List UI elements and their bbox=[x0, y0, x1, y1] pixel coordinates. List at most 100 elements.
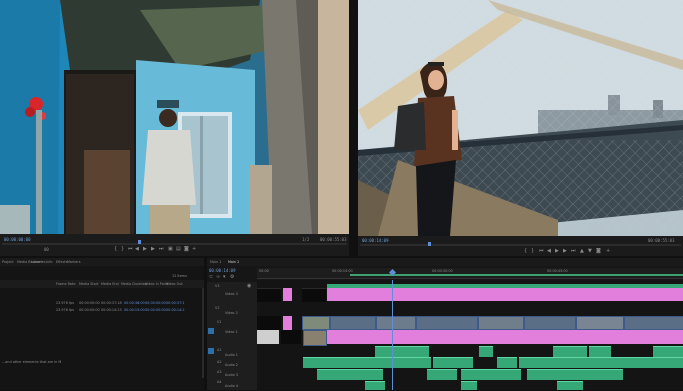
audio-clip[interactable] bbox=[527, 369, 623, 380]
cell-media-start: 00:00:00:00 bbox=[79, 308, 100, 312]
program-step-back-icon[interactable]: ◀ bbox=[547, 249, 551, 254]
clip-v1-video[interactable] bbox=[303, 330, 327, 346]
col-video-out[interactable]: Video Out bbox=[166, 282, 183, 286]
cell-media-duration: 00:00:15:00 bbox=[124, 308, 145, 312]
clip-v2-video[interactable] bbox=[576, 316, 624, 330]
clip-v3[interactable] bbox=[302, 288, 326, 302]
clip-v2-video[interactable] bbox=[416, 316, 478, 330]
program-monitor[interactable] bbox=[358, 0, 683, 236]
ruler-label: 00:00:45:00 bbox=[547, 269, 568, 273]
project-scrollbar[interactable] bbox=[202, 288, 204, 378]
clip-v2-video[interactable] bbox=[478, 316, 524, 330]
source-scrub-bar[interactable] bbox=[2, 243, 347, 245]
audio-clip[interactable] bbox=[433, 357, 473, 368]
program-step-forward-icon[interactable]: ▶ bbox=[563, 249, 567, 254]
clip-v1-adjustment[interactable] bbox=[327, 330, 683, 344]
timeline-timecode[interactable]: 00:00:14:09 bbox=[209, 268, 236, 273]
col-media-end[interactable]: Media End bbox=[101, 282, 119, 286]
export-frame-icon[interactable]: ◙ bbox=[184, 247, 189, 252]
go-to-out-icon[interactable]: ⏭ bbox=[159, 247, 164, 252]
clip-v3-adjustment[interactable] bbox=[283, 288, 292, 301]
audio-clip[interactable] bbox=[375, 346, 429, 357]
clip-v3-adjustment[interactable] bbox=[327, 288, 683, 301]
tab-info[interactable]: Info bbox=[46, 260, 52, 264]
clip-v2-video[interactable] bbox=[524, 316, 576, 330]
cell-frame-rate: 23.976 fps bbox=[56, 308, 75, 312]
tab-markers[interactable]: Markers bbox=[67, 260, 81, 264]
audio-clip[interactable] bbox=[317, 369, 383, 380]
program-mark-out-icon[interactable]: } bbox=[531, 249, 534, 254]
col-media-duration[interactable]: Media Duration bbox=[121, 282, 147, 286]
lift-icon[interactable]: ▲ bbox=[580, 249, 584, 254]
source-zoom-select[interactable]: 1/2 bbox=[302, 237, 309, 242]
audio-clip[interactable] bbox=[479, 346, 493, 357]
cell-video-out: 00:00:14:2 bbox=[166, 308, 185, 312]
program-play-icon[interactable]: ▶ bbox=[555, 249, 559, 254]
time-ruler[interactable]: 00:00 00:00:15:00 00:00:30:00 00:00:45:0… bbox=[257, 268, 683, 279]
mark-out-icon[interactable]: } bbox=[121, 247, 124, 252]
add-button-icon[interactable]: + bbox=[192, 247, 196, 252]
program-go-to-out-icon[interactable]: ⏭ bbox=[571, 249, 576, 254]
track-header-v2: V2 Video 2 bbox=[207, 304, 257, 319]
toggle-output-icon[interactable]: ◉ bbox=[247, 284, 251, 289]
col-video-in[interactable]: Video In Point bbox=[145, 282, 168, 286]
play-icon[interactable]: ▶ bbox=[143, 247, 147, 252]
table-row[interactable]: 23.976 fps 00:00:00:00 00:00:14:23 00:00… bbox=[0, 307, 204, 313]
audio-clip[interactable] bbox=[497, 357, 517, 368]
audio-clip[interactable] bbox=[461, 369, 521, 380]
program-mark-in-icon[interactable]: { bbox=[524, 249, 527, 254]
clip-v2-adjustment[interactable] bbox=[283, 316, 292, 330]
source-monitor[interactable] bbox=[0, 0, 349, 234]
clip-v1-graphic[interactable] bbox=[257, 330, 279, 344]
insert-icon[interactable]: ▣ bbox=[168, 247, 173, 252]
clip-v2-video[interactable] bbox=[330, 316, 376, 330]
audio-clip[interactable] bbox=[553, 346, 587, 357]
audio-clip[interactable] bbox=[557, 381, 583, 390]
tab-effects[interactable]: Effects bbox=[56, 260, 68, 264]
clip-v2-video[interactable] bbox=[376, 316, 416, 330]
program-timecode-left: 00:00:14:09 bbox=[362, 238, 389, 243]
clip-v2-video[interactable] bbox=[302, 316, 330, 330]
tab-libraries[interactable]: Libraries bbox=[31, 260, 46, 264]
table-row[interactable]: 23.976 fps 00:00:00:00 00:00:37:18 00:00… bbox=[0, 300, 204, 306]
source-patch-a1[interactable] bbox=[208, 348, 214, 354]
audio-clip[interactable] bbox=[461, 381, 477, 390]
col-media-start[interactable]: Media Start bbox=[79, 282, 99, 286]
program-export-frame-icon[interactable]: ◙ bbox=[596, 249, 601, 254]
source-playhead[interactable] bbox=[138, 240, 141, 244]
program-add-button-icon[interactable]: + bbox=[606, 249, 610, 254]
go-to-in-icon[interactable]: ⏮ bbox=[128, 247, 133, 252]
clip-v3[interactable] bbox=[257, 288, 281, 302]
tab-main-2[interactable]: Main 2 bbox=[228, 260, 239, 264]
timeline-settings-icon[interactable]: ⚙ bbox=[230, 275, 234, 280]
snap-icon[interactable]: ⊂ bbox=[209, 275, 213, 280]
audio-clip[interactable] bbox=[303, 357, 431, 368]
overwrite-icon[interactable]: ▤ bbox=[176, 247, 181, 252]
tab-project[interactable]: Project bbox=[2, 260, 14, 264]
step-forward-icon[interactable]: ▶ bbox=[151, 247, 155, 252]
track-area[interactable] bbox=[257, 280, 683, 390]
extract-icon[interactable]: ▼ bbox=[588, 249, 592, 254]
mark-in-icon[interactable]: { bbox=[114, 247, 117, 252]
audio-clip[interactable] bbox=[519, 357, 683, 368]
audio-clip[interactable] bbox=[427, 369, 457, 380]
clip-v3-title[interactable] bbox=[327, 284, 683, 288]
clip-v2-video[interactable] bbox=[624, 316, 683, 330]
add-marker-icon[interactable]: ▾ bbox=[223, 275, 226, 280]
program-scrub-bar[interactable] bbox=[360, 244, 681, 246]
program-playhead[interactable] bbox=[428, 242, 431, 246]
clip-v2[interactable] bbox=[257, 316, 281, 330]
step-back-icon[interactable]: ◀ bbox=[135, 247, 139, 252]
audio-clip[interactable] bbox=[365, 381, 385, 390]
audio-clip[interactable] bbox=[589, 346, 611, 357]
program-go-to-in-icon[interactable]: ⏮ bbox=[539, 249, 544, 254]
clip-v1[interactable] bbox=[281, 330, 301, 344]
source-patch-v1[interactable] bbox=[208, 328, 214, 334]
tab-main-1[interactable]: Main 1 bbox=[210, 260, 221, 264]
timeline-playhead[interactable] bbox=[392, 280, 393, 390]
linked-selection-icon[interactable]: ∞ bbox=[216, 275, 220, 280]
work-area-bar[interactable] bbox=[350, 274, 683, 276]
source-controls: 00:00:00:00 1/2 00:00:55:03 00 { } ⏮ ◀ ▶… bbox=[0, 234, 349, 256]
audio-clip[interactable] bbox=[653, 346, 683, 357]
col-frame-rate[interactable]: Frame Rate bbox=[56, 282, 75, 286]
